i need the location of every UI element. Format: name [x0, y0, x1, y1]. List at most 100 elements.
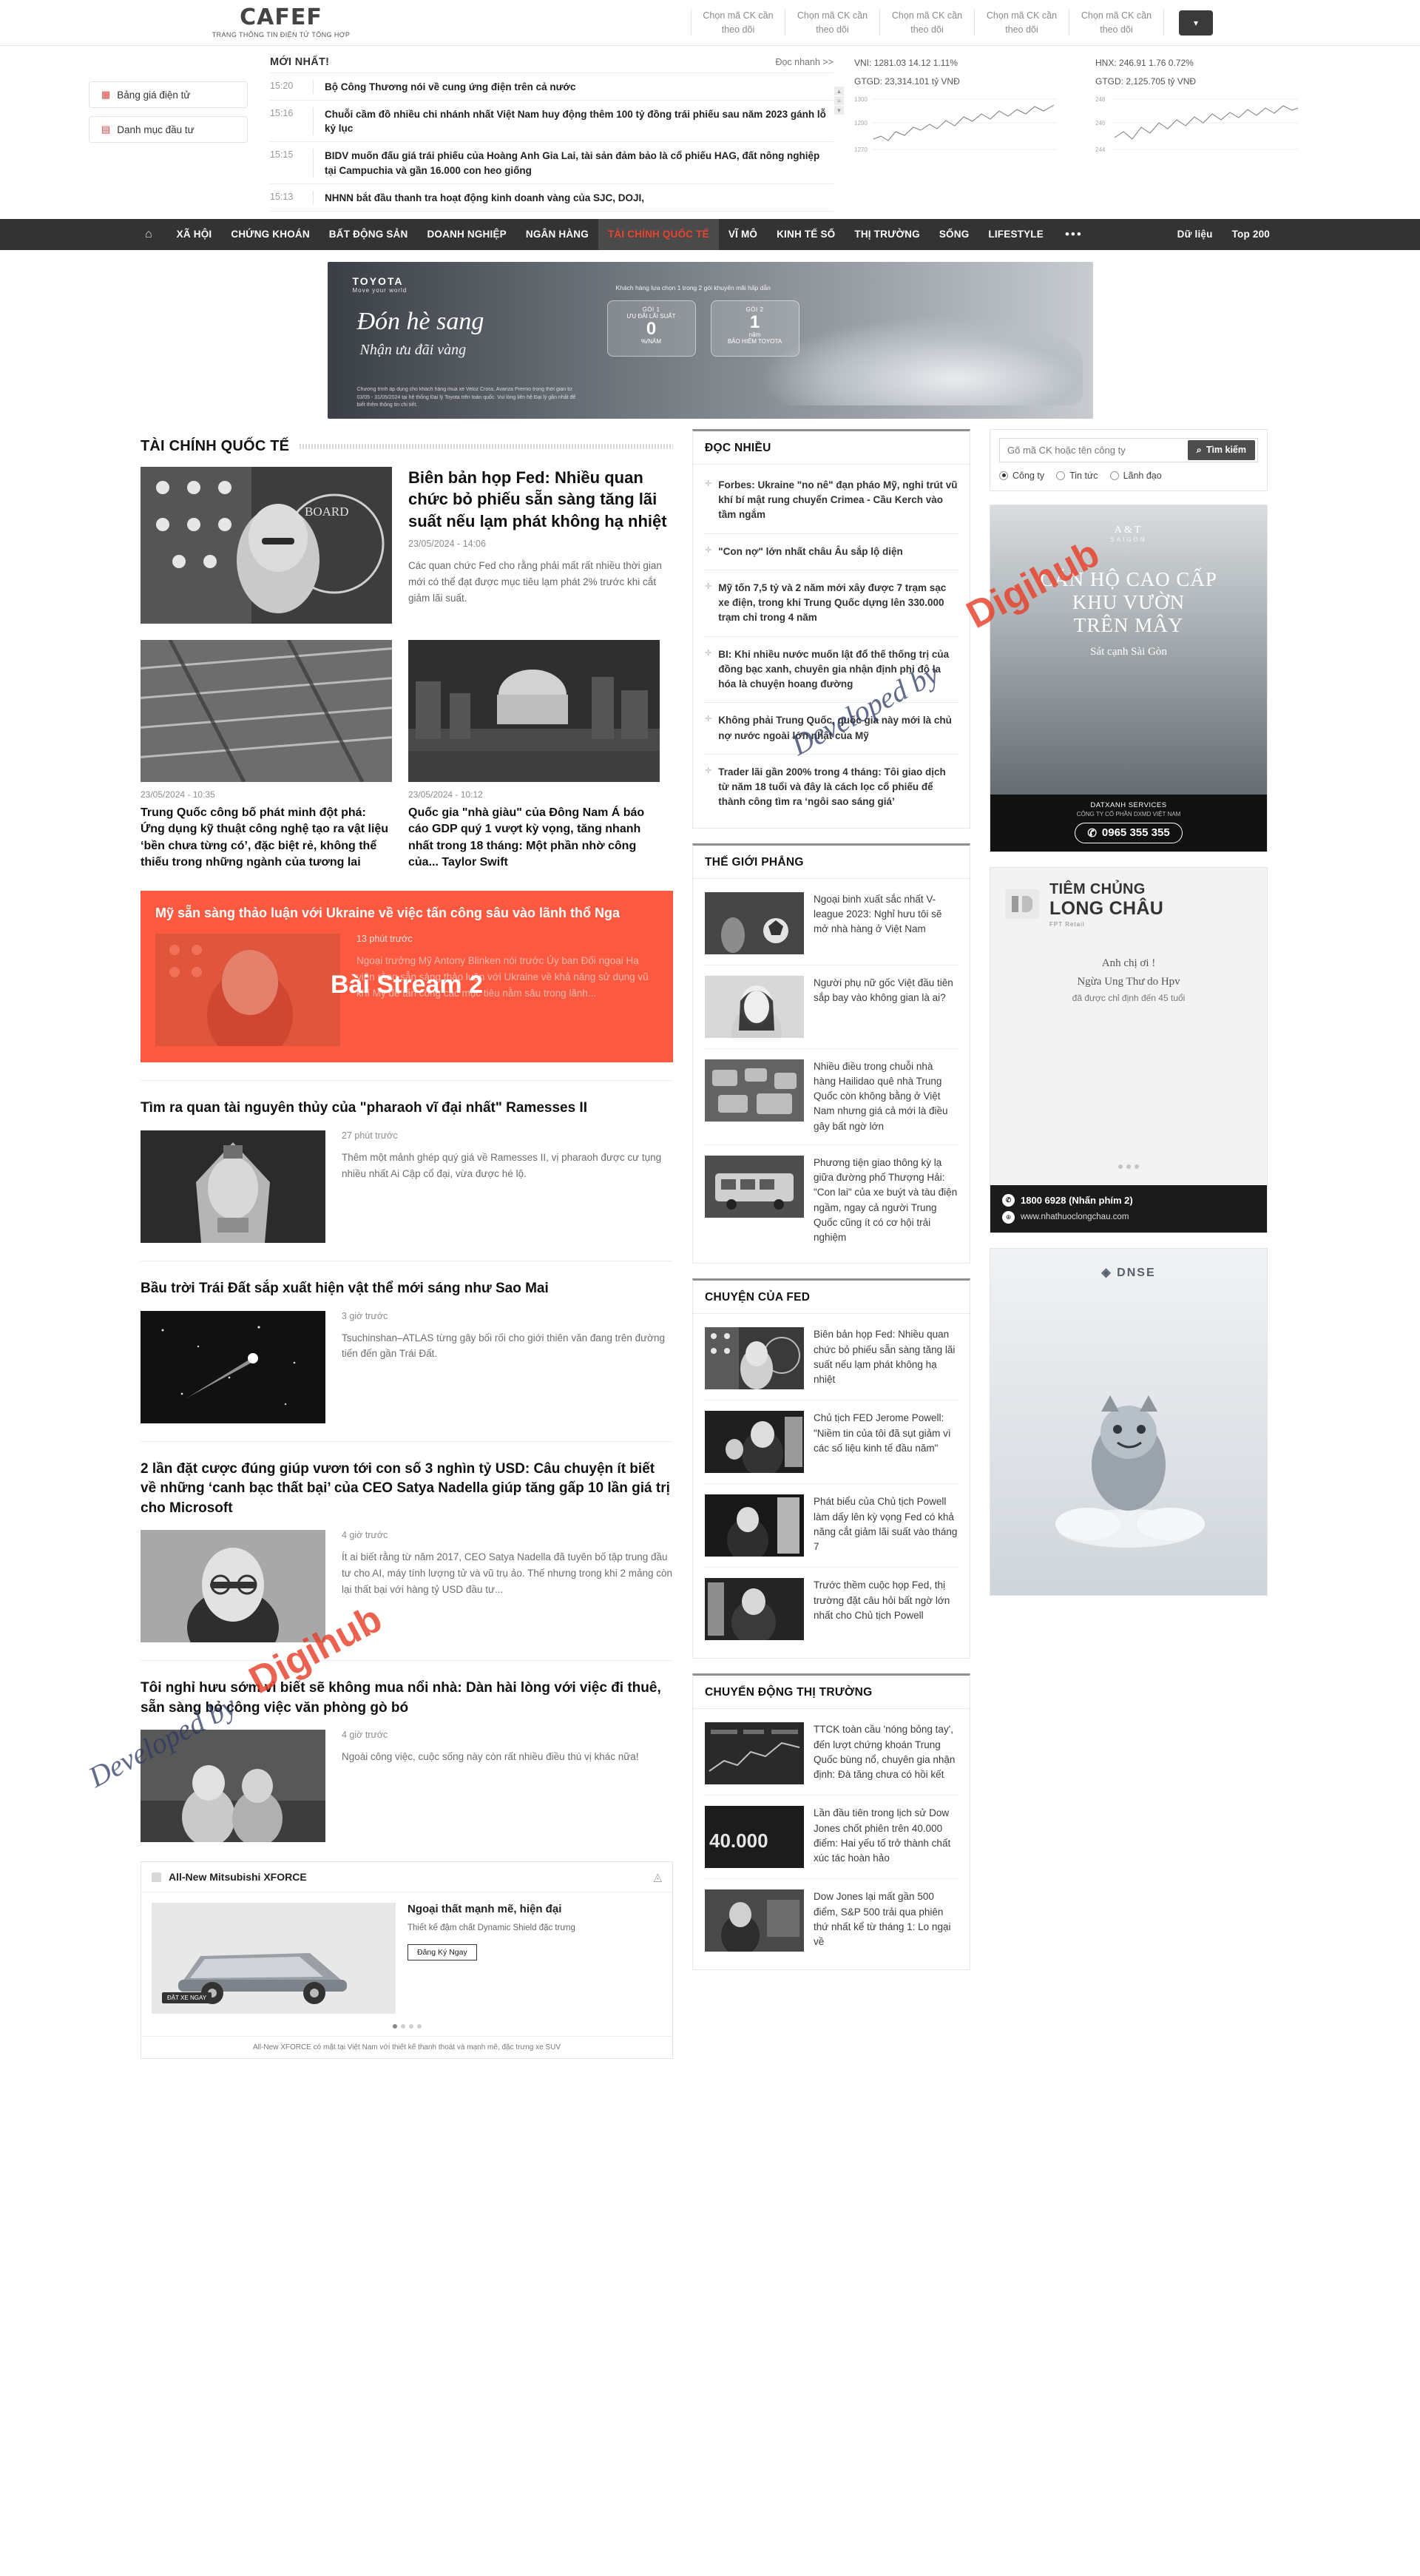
list-item[interactable]: 15:13 NHNN bắt đầu thanh tra hoạt động k…: [270, 184, 834, 212]
list-item[interactable]: 40.000 Lần đầu tiên trong lịch sử Dow Jo…: [705, 1796, 958, 1880]
scroll-down-icon[interactable]: ▼: [834, 106, 844, 115]
chevron-down-icon[interactable]: ▾: [1179, 10, 1213, 36]
dnse-ad[interactable]: ◈ DNSE: [990, 1247, 1268, 1596]
list-item[interactable]: TTCK toàn cầu 'nóng bỏng tay', đến lượt …: [705, 1712, 958, 1796]
banner-headline: Đón hè sang: [356, 307, 484, 335]
stock-picker-5[interactable]: Chọn mã CK cần theo dõi: [1069, 9, 1164, 36]
stock-picker-2[interactable]: Chọn mã CK cần theo dõi: [785, 9, 880, 36]
pharma-hotline[interactable]: ✆ 1800 6928 (Nhấn phím 2): [1002, 1193, 1255, 1207]
nav-item-vi-mo[interactable]: VĨ MÔ: [719, 219, 767, 250]
lead-article[interactable]: BOARD Biên bản họp Fed: Nhiều quan chức …: [141, 466, 673, 624]
carousel-dot[interactable]: [1118, 1164, 1123, 1169]
list-item[interactable]: Biên bản họp Fed: Nhiều quan chức bỏ phi…: [705, 1317, 958, 1401]
nav-item-xa-hoi[interactable]: XÃ HỘI: [167, 219, 222, 250]
article-meta: 3 giờ trước: [342, 1310, 388, 1321]
radio-icon[interactable]: [1056, 471, 1066, 480]
nav-item-ngan-hang[interactable]: NGÂN HÀNG: [516, 219, 598, 250]
close-icon[interactable]: [152, 1872, 161, 1882]
list-item[interactable]: Người phụ nữ gốc Việt đầu tiên sắp bay v…: [705, 965, 958, 1057]
portfolio-button[interactable]: ▤ Danh mục đầu tư: [89, 116, 248, 143]
article-card[interactable]: 23/05/2024 - 10:35 Trung Quốc công bố ph…: [125, 638, 408, 871]
list-item[interactable]: ✛ Forbes: Ukraine "no nê" đạn pháo Mỹ, n…: [705, 468, 958, 534]
carousel-dot[interactable]: [408, 2024, 413, 2029]
nav-item-chung-khoan[interactable]: CHỨNG KHOÁN: [221, 219, 319, 250]
quick-read-link[interactable]: Đọc nhanh >>: [775, 57, 834, 67]
list-item[interactable]: Chủ tịch FED Jerome Powell: "Niềm tin củ…: [705, 1400, 958, 1485]
real-estate-ad[interactable]: A&T SAIGON CĂN HỘ CAO CẤP KHU VƯỜN TRÊN …: [990, 504, 1268, 852]
stock-picker-1[interactable]: Chọn mã CK cần theo dõi: [691, 9, 785, 36]
search-option-news[interactable]: Tin tức: [1056, 471, 1098, 481]
list-item[interactable]: Trước thềm cuộc họp Fed, thị trường đặt …: [705, 1568, 958, 1651]
list-item[interactable]: 15:16 Chuỗi cầm đồ nhiều chi nhánh nhất …: [270, 101, 834, 143]
lead-article-image: BOARD: [141, 466, 392, 624]
pharma-carousel-dots[interactable]: [990, 1164, 1267, 1169]
mitsubishi-ad[interactable]: All-New Mitsubishi XFORCE ◬ ĐẶT XE NGAY …: [141, 1861, 673, 2060]
article-date: 23/05/2024 - 10:12: [408, 789, 483, 800]
search-input[interactable]: [1000, 444, 1188, 456]
lead-article-title: Biên bản họp Fed: Nhiều quan chức bỏ phi…: [408, 468, 667, 530]
article-block[interactable]: Bầu trời Trái Đất sắp xuất hiện vật thể …: [141, 1260, 673, 1423]
carousel-dot[interactable]: [392, 2024, 397, 2029]
stock-search-box: ⌕ Tìm kiếm Công ty Tin tức Lã: [990, 428, 1268, 491]
car-ad-carousel-dots[interactable]: [141, 2024, 672, 2036]
list-item[interactable]: Ngoại binh xuất sắc nhất V-league 2023: …: [705, 882, 958, 965]
mitsubishi-icon: ◬: [653, 1871, 662, 1884]
nav-item-du-lieu[interactable]: Dữ liệu: [1168, 219, 1223, 250]
car-ad-cta-button[interactable]: Đăng Ký Ngay: [408, 1944, 477, 1961]
article-block[interactable]: Tôi nghỉ hưu sớm vì biết sẽ không mua nổ…: [141, 1660, 673, 1847]
ad-phone-button[interactable]: ✆ 0965 355 355: [1075, 822, 1183, 843]
pharma-website[interactable]: ⊕ www.nhathuoclongchau.com: [1002, 1210, 1255, 1224]
stock-picker-3[interactable]: Chọn mã CK cần theo dõi: [880, 9, 975, 36]
toyota-banner[interactable]: TOYOTA Move your world Đón hè sang Nhận …: [327, 261, 1093, 419]
carousel-dot[interactable]: [400, 2024, 405, 2029]
list-item[interactable]: Phát biểu của Chủ tịch Powell làm dấy lê…: [705, 1484, 958, 1568]
thumbnail-image: [705, 1494, 804, 1563]
article-block[interactable]: Tìm ra quan tài nguyên thủy của "pharaoh…: [141, 1080, 673, 1243]
list-item[interactable]: ✛ Trader lãi gần 200% trong 4 tháng: Tôi…: [705, 755, 958, 820]
nav-item-tai-chinh-quoc-te[interactable]: TÀI CHÍNH QUỐC TẾ: [598, 218, 719, 250]
list-item[interactable]: Phương tiện giao thông kỳ lạ giữa đường …: [705, 1145, 958, 1256]
search-option-company[interactable]: Công ty: [999, 471, 1044, 481]
index-hnx[interactable]: HNX: 246.91 1.76 0.72% GTGD: 2,125.705 t…: [1095, 58, 1317, 212]
nav-item-top-200[interactable]: Top 200: [1223, 219, 1279, 250]
news-time: 15:15: [270, 149, 294, 161]
article-card[interactable]: 23/05/2024 - 10:12 Quốc gia "nhà giàu" c…: [408, 639, 660, 871]
scroll-thumb[interactable]: ≡: [834, 96, 844, 105]
search-option-leader[interactable]: Lãnh đạo: [1109, 471, 1162, 481]
radio-icon[interactable]: [1109, 471, 1119, 480]
nav-item-thi-truong[interactable]: THỊ TRƯỜNG: [845, 219, 929, 250]
stock-picker-4[interactable]: Chọn mã CK cần theo dõi: [975, 9, 1069, 36]
carousel-dot[interactable]: [1135, 1164, 1139, 1169]
ellipsis-icon[interactable]: •••: [1053, 219, 1095, 250]
nav-item-lifestyle[interactable]: LIFESTYLE: [978, 219, 1053, 250]
scroll-up-icon[interactable]: ▲: [834, 87, 844, 95]
article-title: Lần đầu tiên trong lịch sử Dow Jones chố…: [814, 1807, 951, 1864]
carousel-dot[interactable]: [1126, 1164, 1131, 1169]
nav-item-song[interactable]: SỐNG: [930, 219, 979, 250]
carousel-dot[interactable]: [416, 2024, 422, 2029]
list-item[interactable]: Nhiều điều trong chuỗi nhà hàng Hailidao…: [705, 1049, 958, 1145]
list-item[interactable]: 15:20 Bộ Công Thương nói về cung ứng điệ…: [270, 73, 834, 101]
radio-icon[interactable]: [999, 471, 1008, 480]
search-button[interactable]: ⌕ Tìm kiếm: [1187, 439, 1255, 460]
index-vni[interactable]: VNI: 1281.03 14.12 1.11% GTGD: 23,314.10…: [854, 58, 1076, 212]
list-item[interactable]: ✛ "Con nợ" lớn nhất châu Âu sắp lộ diện: [705, 534, 958, 570]
nav-item-bat-dong-san[interactable]: BẤT ĐỘNG SẢN: [320, 219, 418, 250]
nav-item-doanh-nghiep[interactable]: DOANH NGHIỆP: [417, 219, 515, 250]
list-item[interactable]: ✛ BI: Khi nhiều nước muốn lật đổ thế thố…: [705, 637, 958, 704]
list-item[interactable]: ✛ Mỹ tốn 7,5 tỷ và 2 năm mới xây được 7 …: [705, 570, 958, 637]
thumbnail-image: [705, 975, 804, 1057]
list-item[interactable]: Dow Jones lại mất gần 500 điểm, S&P 500 …: [705, 1879, 958, 1962]
stream-article[interactable]: Mỹ sẵn sàng thảo luận với Ukraine về việ…: [141, 890, 673, 1063]
article-block[interactable]: 2 lần đặt cược đúng giúp vươn tới con số…: [141, 1440, 673, 1667]
pharmacy-ad[interactable]: TIÊM CHỦNG LONG CHÂU FPT Retail Anh chị …: [990, 866, 1268, 1233]
home-icon[interactable]: ⌂: [141, 219, 167, 250]
site-logo[interactable]: CAFEF TRANG THÔNG TIN ĐIỆN TỬ TỔNG HỢP: [0, 7, 562, 39]
list-item[interactable]: 15:15 BIDV muốn đấu giá trái phiếu của H…: [270, 142, 834, 184]
price-board-button[interactable]: ▦ Bảng giá điện tử: [89, 81, 248, 108]
list-item[interactable]: ✛ Không phải Trung Quốc, quốc gia này mớ…: [705, 703, 958, 755]
car-ad-paragraph: Thiết kế đậm chất Dynamic Shield đặc trư…: [408, 1923, 575, 1933]
ad-tagline: Sát cạnh Sài Gòn: [1090, 645, 1167, 658]
nav-item-kinh-te-so[interactable]: KINH TẾ SỐ: [767, 219, 845, 250]
news-scrollbar[interactable]: ▲ ≡ ▼: [834, 87, 844, 115]
